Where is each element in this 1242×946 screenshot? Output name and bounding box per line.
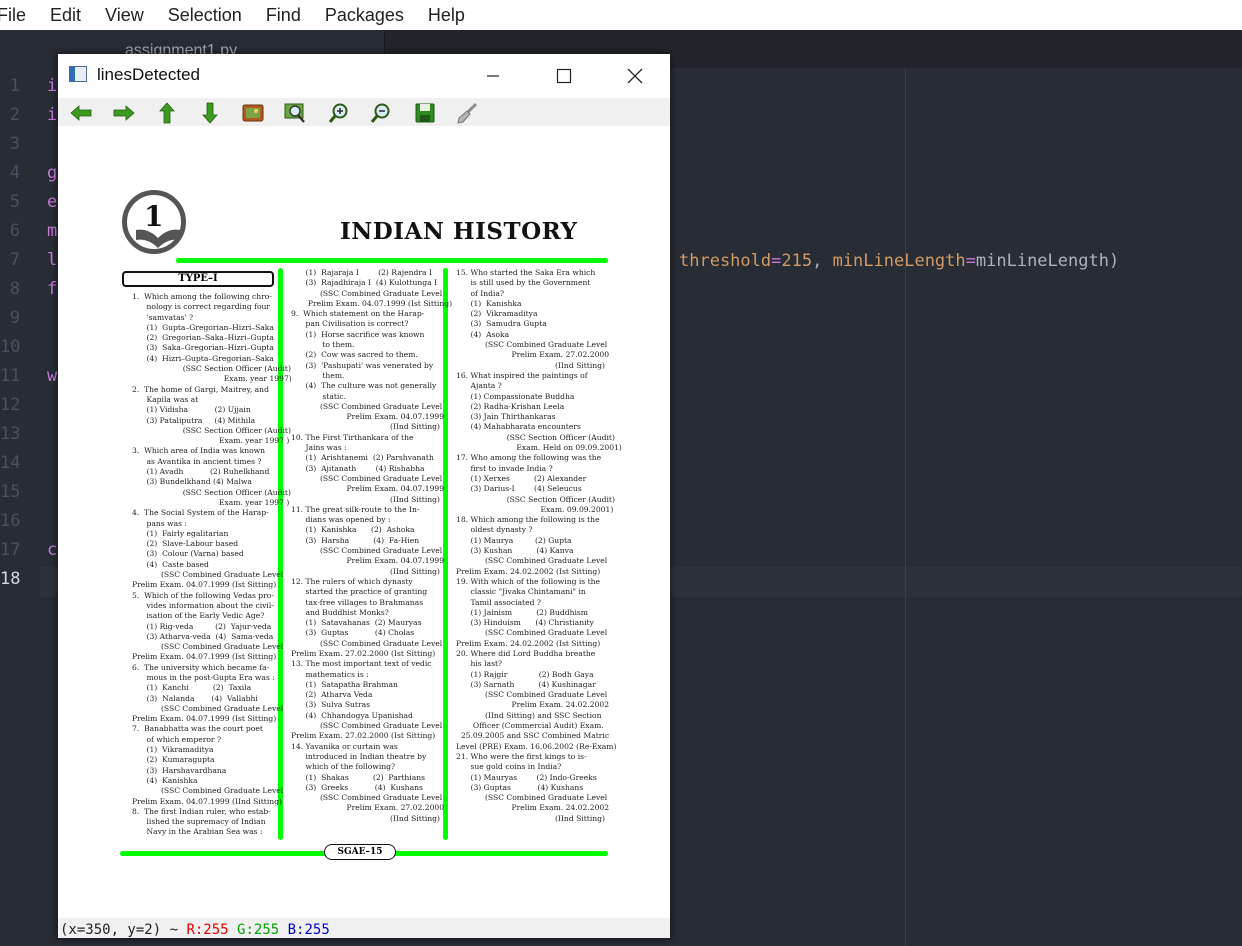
menu-file[interactable]: File: [0, 5, 26, 26]
line-number: 18: [0, 569, 21, 589]
line-number: 7: [9, 250, 20, 270]
arrow-down-icon[interactable]: [198, 101, 222, 125]
status-green: G:255: [237, 922, 280, 938]
line-number: 10: [0, 337, 21, 357]
image-toolbar: [58, 98, 670, 126]
line-number: 9: [9, 308, 20, 328]
zoom-in-icon[interactable]: [327, 101, 351, 125]
code-line-fragment: l: [47, 250, 58, 270]
page-column-1: 1. Which among the following chro- nolog…: [132, 292, 292, 837]
menu-bar: File Edit View Selection Find Packages H…: [0, 0, 1242, 30]
image-icon[interactable]: [241, 101, 265, 125]
code-line-fragment: w: [47, 366, 58, 386]
code-line-fragment: f: [47, 279, 58, 299]
page-column-2: (1) Rajaraja I (2) Rajendra I (3) Rajadh…: [291, 268, 453, 823]
status-blue: B:255: [287, 922, 330, 938]
close-icon: [627, 68, 643, 84]
maximize-button[interactable]: [544, 60, 584, 92]
menu-selection[interactable]: Selection: [168, 5, 242, 26]
code-line-fragment: i: [47, 76, 58, 96]
line-number: 13: [0, 424, 21, 444]
minimize-icon: [487, 75, 499, 77]
menu-help[interactable]: Help: [428, 5, 465, 26]
book-icon: [136, 229, 180, 248]
arrow-left-icon[interactable]: [69, 101, 93, 125]
close-button[interactable]: [615, 60, 655, 92]
code-number: 215: [781, 251, 813, 271]
zoom-out-icon[interactable]: [369, 101, 393, 125]
line-number: 4: [9, 163, 20, 183]
code-line-fragment: e: [47, 192, 58, 212]
type-label: TYPE–I: [122, 271, 274, 287]
code-line-fragment: m: [47, 221, 58, 241]
menu-view[interactable]: View: [105, 5, 144, 26]
arrow-right-icon[interactable]: [112, 101, 136, 125]
line-number: 1: [9, 76, 20, 96]
page-column-3: 15. Who started the Saka Era which is st…: [456, 268, 622, 823]
detected-line-top: [176, 258, 608, 263]
page-footer: SGAE–15: [324, 844, 396, 860]
code-line-fragment: c: [47, 540, 58, 560]
line-number: 11: [0, 366, 21, 386]
line-number: 2: [9, 105, 20, 125]
menu-edit[interactable]: Edit: [50, 5, 81, 26]
code-value: minLineLength): [975, 251, 1120, 271]
app-icon: [69, 66, 87, 82]
line-number: 14: [0, 453, 21, 473]
line-number: 5: [9, 192, 20, 212]
line-number: 3: [9, 134, 20, 154]
window-titlebar[interactable]: linesDetected: [58, 54, 670, 98]
code-param-minlinelength: minLineLength: [832, 251, 966, 271]
code-param-threshold: threshold: [679, 251, 772, 271]
line-number: 17: [0, 540, 21, 560]
save-icon[interactable]: [413, 101, 437, 125]
minimize-button[interactable]: [473, 60, 513, 92]
brush-icon[interactable]: [455, 101, 479, 125]
line-number: 12: [0, 395, 21, 415]
arrow-up-icon[interactable]: [155, 101, 179, 125]
image-canvas[interactable]: 1 INDIAN HISTORY TYPE–I 1. Which among t…: [58, 126, 670, 918]
line-number: 6: [9, 221, 20, 241]
maximize-icon: [556, 68, 572, 84]
status-bar: (x=350, y=2) ~ R:255 G:255 B:255: [58, 918, 670, 938]
zoom-fit-icon[interactable]: [283, 101, 307, 125]
line-number: 15: [0, 482, 21, 502]
code-line-7-tail[interactable]: threshold=215, minLineLength=minLineLeng…: [679, 251, 1119, 271]
status-coords: (x=350, y=2) ~: [60, 922, 187, 938]
menu-find[interactable]: Find: [266, 5, 301, 26]
code-operator: =: [965, 251, 976, 271]
status-red: R:255: [186, 922, 229, 938]
window-title: linesDetected: [97, 65, 201, 84]
code-line-fragment: g: [47, 163, 58, 183]
image-window[interactable]: linesDetected 1 INDIAN HISTORY TYPE–I 1.…: [58, 54, 670, 938]
page-title: INDIAN HISTORY: [340, 218, 578, 245]
code-operator: =: [771, 251, 782, 271]
menu-packages[interactable]: Packages: [325, 5, 404, 26]
line-number: 8: [9, 279, 20, 299]
code-separator: ,: [812, 251, 833, 271]
line-number: 16: [0, 511, 21, 531]
code-line-fragment: i: [47, 105, 58, 125]
wrap-guide: [905, 68, 906, 946]
